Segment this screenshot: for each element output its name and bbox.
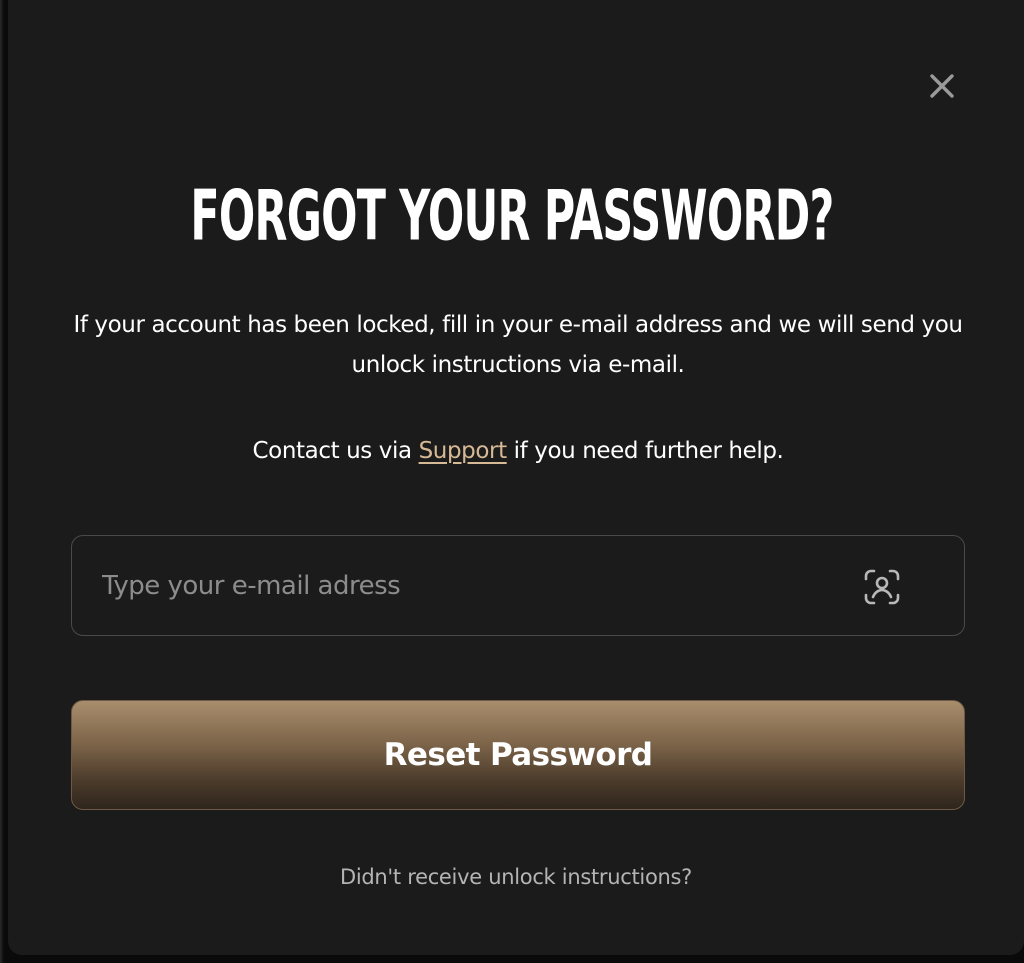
- reset-password-button[interactable]: Reset Password: [71, 700, 965, 810]
- contact-prefix: Contact us via: [252, 438, 419, 464]
- resend-instructions-link[interactable]: Didn't receive unlock instructions?: [8, 860, 1024, 894]
- dialog-title: FORGOT YOUR PASSWORD?: [190, 175, 834, 257]
- email-field[interactable]: [71, 535, 965, 636]
- forgot-password-dialog: FORGOT YOUR PASSWORD? If your account ha…: [8, 0, 1024, 955]
- dialog-description: If your account has been locked, fill in…: [73, 312, 963, 378]
- close-button[interactable]: [924, 68, 960, 104]
- contact-text: Contact us via Support if you need furth…: [58, 431, 978, 471]
- email-input[interactable]: [102, 536, 842, 636]
- support-link[interactable]: Support: [419, 438, 508, 464]
- close-icon[interactable]: [924, 68, 960, 104]
- user-scan-icon: [862, 567, 902, 607]
- contact-suffix: if you need further help.: [506, 438, 784, 464]
